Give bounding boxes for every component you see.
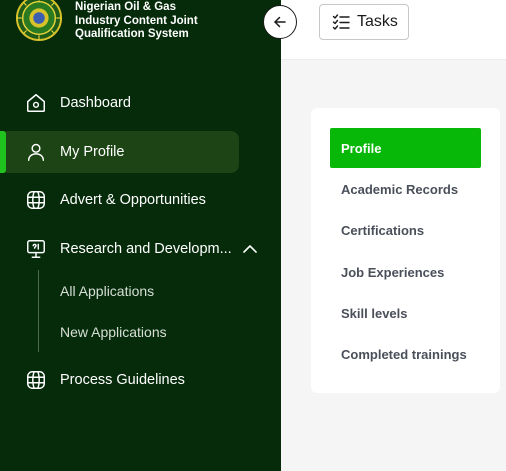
- chevron-up-icon[interactable]: [241, 240, 259, 258]
- user-icon: [24, 140, 48, 164]
- sidebar-item-research-development[interactable]: Research and Developm...: [0, 228, 281, 270]
- sidebar-item-process-guidelines[interactable]: Process Guidelines: [0, 359, 281, 401]
- tab-completed-trainings[interactable]: Completed trainings: [330, 334, 481, 374]
- home-icon: [24, 91, 48, 115]
- brand-line-1: Nigerian Oil & Gas: [75, 1, 176, 13]
- collapse-sidebar-button[interactable]: [263, 5, 297, 39]
- sidebar-item-label: My Profile: [60, 144, 125, 160]
- top-bar: Tasks: [281, 0, 506, 60]
- sidebar-item-dashboard[interactable]: Dashboard: [0, 82, 281, 124]
- sidebar-item-label: Dashboard: [60, 95, 131, 111]
- brand-line-2: Industry Content Joint: [75, 14, 198, 27]
- sidebar: Nigerian Oil & Gas Industry Content Join…: [0, 0, 281, 471]
- sidebar-item-my-profile[interactable]: My Profile: [0, 131, 239, 173]
- tab-profile[interactable]: Profile: [330, 128, 481, 168]
- tasks-button[interactable]: Tasks: [319, 4, 409, 40]
- brand-name: Nigerian Oil & Gas Industry Content Join…: [75, 1, 215, 42]
- ncdmb-logo: [15, 0, 63, 42]
- checklist-icon: [332, 14, 350, 30]
- submenu-divider: [38, 270, 39, 352]
- sidebar-item-label: Process Guidelines: [60, 372, 185, 388]
- brand: Nigerian Oil & Gas Industry Content Join…: [14, 0, 215, 48]
- sidebar-item-advert-opportunities[interactable]: Advert & Opportunities: [0, 179, 281, 221]
- tab-skill-levels[interactable]: Skill levels: [330, 293, 481, 333]
- tasks-label: Tasks: [357, 13, 398, 30]
- presentation-icon: [24, 237, 48, 261]
- tab-certifications[interactable]: Certifications: [330, 210, 481, 250]
- sidebar-item-label: Research and Developm...: [60, 241, 232, 257]
- tab-job-experiences[interactable]: Job Experiences: [330, 252, 481, 292]
- arrow-left-icon: [274, 16, 286, 28]
- globe-icon: [24, 368, 48, 392]
- submenu-item-new-applications[interactable]: New Applications: [60, 324, 167, 340]
- submenu-item-all-applications[interactable]: All Applications: [60, 283, 154, 299]
- tab-academic-records[interactable]: Academic Records: [330, 169, 481, 209]
- profile-sections-card: Profile Academic Records Certifications …: [311, 108, 500, 393]
- globe-icon: [24, 188, 48, 212]
- brand-line-3: Qualification System: [75, 28, 189, 40]
- sidebar-item-label: Advert & Opportunities: [60, 192, 206, 208]
